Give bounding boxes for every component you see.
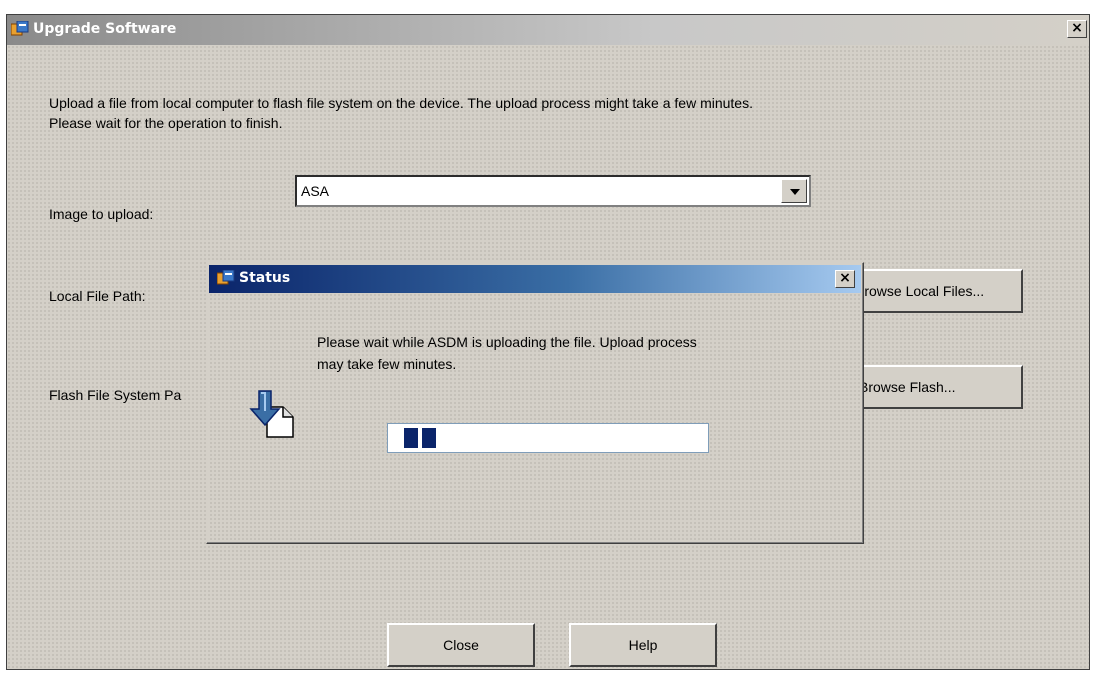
app-icon — [11, 21, 29, 36]
window-titlebar[interactable]: Upgrade Software × — [7, 15, 1089, 45]
status-dialog-close-button[interactable]: × — [835, 270, 855, 288]
status-dialog-titlebar[interactable]: Status × — [209, 265, 861, 293]
status-message: Please wait while ASDM is uploading the … — [317, 331, 837, 375]
close-icon: × — [1071, 20, 1083, 36]
window-close-button[interactable]: × — [1067, 20, 1087, 38]
close-icon: × — [839, 270, 851, 286]
image-to-upload-value: ASA — [301, 183, 330, 199]
browse-flash-label: Browse Flash... — [859, 379, 956, 395]
status-message-line-1: Please wait while ASDM is uploading the … — [317, 334, 697, 350]
local-file-path-label: Local File Path: — [49, 288, 146, 304]
status-dialog: Status × Please wait while ASDM is uploa… — [206, 262, 864, 544]
dialog-app-icon — [217, 270, 235, 285]
chevron-down-icon[interactable] — [781, 179, 807, 203]
image-to-upload-select[interactable]: ASA — [295, 175, 811, 207]
browse-local-files-label: Browse Local Files... — [855, 283, 985, 299]
status-dialog-body: Please wait while ASDM is uploading the … — [209, 293, 861, 541]
upload-progress-bar — [387, 423, 709, 453]
progress-block — [404, 428, 418, 448]
close-button[interactable]: Close — [387, 623, 535, 667]
image-to-upload-label: Image to upload: — [49, 206, 154, 222]
help-button[interactable]: Help — [569, 623, 717, 667]
status-message-line-2: may take few minutes. — [317, 356, 457, 372]
file-upload-icon — [249, 390, 294, 438]
description: Upload a file from local computer to fla… — [49, 93, 1049, 133]
status-dialog-title: Status — [239, 270, 291, 286]
flash-file-system-path-label: Flash File System Pa — [49, 387, 182, 403]
progress-block — [422, 428, 436, 448]
description-line-1: Upload a file from local computer to fla… — [49, 95, 753, 111]
description-line-2: Please wait for the operation to finish. — [49, 115, 283, 131]
window-title: Upgrade Software — [33, 21, 177, 37]
